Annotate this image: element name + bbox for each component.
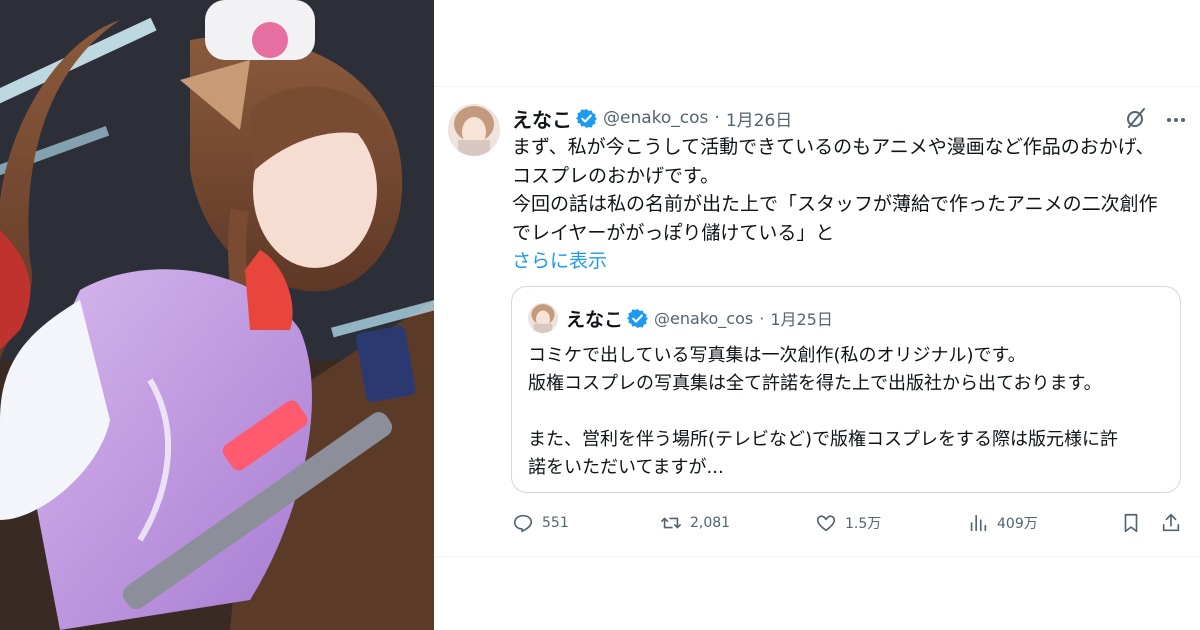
verified-badge-icon <box>576 108 597 128</box>
quote-text-line: コミケで出している写真集は一次創作(私のオリジナル)です。 <box>528 345 1026 366</box>
avatar[interactable] <box>448 104 500 156</box>
like-count: 1.5万 <box>845 516 882 532</box>
bookmark-icon <box>1124 513 1138 533</box>
quote-tweet[interactable]: えなこ @enako_cos · 1月25日 コミケで出している写真集は一次創作… <box>511 286 1181 493</box>
views-icon <box>970 514 987 532</box>
views-count: 409万 <box>997 516 1038 532</box>
retweet-count: 2,081 <box>690 515 731 531</box>
more-icon[interactable] <box>1164 108 1188 132</box>
views-button[interactable]: 409万 <box>967 508 1038 538</box>
quote-text-line: 版権コスプレの写真集は全て許諾を得た上で出版社から出ております。 <box>528 373 1102 394</box>
like-button[interactable]: 1.5万 <box>815 508 881 538</box>
avatar-image <box>448 104 500 156</box>
tweet-text-line: コスプレのおかげです。 <box>512 164 720 187</box>
cosplay-photo <box>0 0 434 630</box>
quote-text: コミケで出している写真集は一次創作(私のオリジナル)です。 版権コスプレの写真集… <box>528 342 1168 482</box>
quote-header: えなこ @enako_cos · 1月25日 <box>566 305 833 331</box>
cosplay-photo-illustration <box>0 0 434 630</box>
share-button[interactable] <box>1160 508 1182 538</box>
heart-icon <box>816 515 836 532</box>
bookmark-button[interactable] <box>1120 508 1142 538</box>
tweet-text: まず、私が今こうして活動できているのもアニメや漫画など作品のおかげ、 コスプレの… <box>512 133 1192 247</box>
quote-header-separator: · <box>759 308 765 328</box>
quote-text-line: 諾をいただいてますが... <box>528 457 724 478</box>
tweet-text-line: 今回の話は私の名前が出た上で「スタッフが薄給で作ったアニメの二次創作 <box>512 193 1158 215</box>
author-name[interactable]: えなこ <box>512 104 572 133</box>
tweet-bottom-divider <box>434 556 1200 557</box>
tweet-text-line: でレイヤーががっぽり儲けている」と <box>512 221 835 244</box>
tweet-date[interactable]: 1月26日 <box>726 106 792 131</box>
author-handle[interactable]: @enako_cos <box>603 108 708 128</box>
grok-icon[interactable] <box>1124 106 1148 130</box>
quote-avatar[interactable] <box>528 303 558 333</box>
reply-icon <box>513 514 533 533</box>
quote-avatar-image <box>528 303 558 333</box>
tweet[interactable]: えなこ @enako_cos · 1月26日 まず、私が今こうして活動できている… <box>434 86 1200 556</box>
share-icon <box>1162 513 1180 532</box>
tweet-text-line: まず、私が今こうして活動できているのもアニメや漫画など作品のおかげ、 <box>512 136 1155 158</box>
verified-badge-icon <box>627 308 649 328</box>
retweet-icon <box>661 517 681 529</box>
quote-date: 1月25日 <box>770 310 833 329</box>
reply-button[interactable]: 551 <box>512 508 569 538</box>
tweet-header: えなこ @enako_cos · 1月26日 <box>512 104 792 133</box>
quote-author-name: えなこ <box>566 308 624 331</box>
reply-count: 551 <box>542 515 569 531</box>
quote-text-line: また、営利を伴う場所(テレビなど)で版権コスプレをする際は版元様に許 <box>528 429 1119 450</box>
quote-author-handle: @enako_cos <box>654 308 754 328</box>
action-bar: 551 2,081 1.5万 409万 <box>512 508 1192 538</box>
retweet-button[interactable]: 2,081 <box>660 508 730 538</box>
show-more-link[interactable]: さらに表示 <box>512 246 607 273</box>
quote-text-blank-line <box>528 398 1168 426</box>
header-separator: · <box>714 108 720 128</box>
